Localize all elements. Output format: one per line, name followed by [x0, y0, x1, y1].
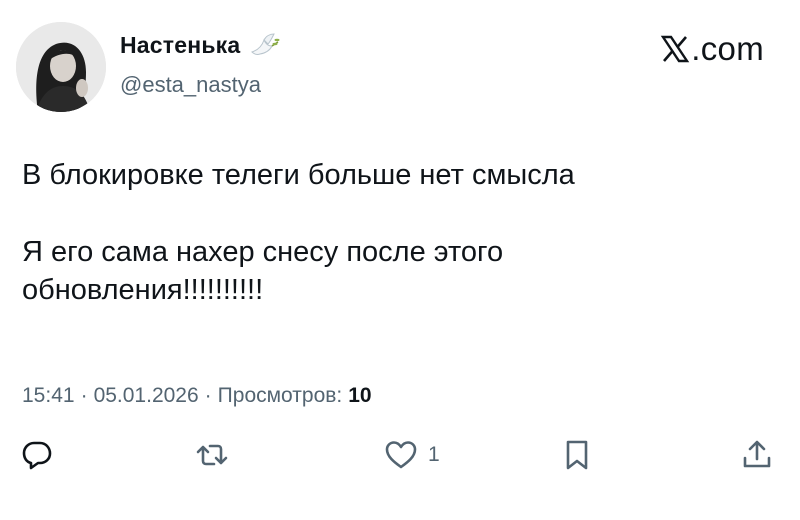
tweet-meta: 15:41 · 05.01.2026 · Просмотров: 10: [22, 384, 372, 408]
reply-icon: [20, 438, 54, 472]
like-button[interactable]: 1: [384, 438, 440, 472]
bookmark-icon: [560, 438, 594, 472]
tweet-paragraph: В блокировке телеги больше нет смысла: [22, 159, 575, 191]
dove-icon: [248, 30, 282, 60]
tweet-card: Настенька @esta_nastya .com В блокировке…: [0, 0, 800, 520]
brand-logo: .com: [660, 30, 764, 68]
views-count: 10: [348, 384, 372, 407]
views-label: Просмотров:: [217, 384, 343, 407]
tweet-time[interactable]: 15:41: [22, 384, 75, 408]
bookmark-button[interactable]: [560, 438, 594, 472]
author-handle[interactable]: @esta_nastya: [120, 72, 261, 98]
like-count: 1: [428, 443, 440, 466]
share-icon: [740, 438, 774, 472]
action-bar: 1: [0, 438, 800, 482]
display-name[interactable]: Настенька: [120, 32, 240, 59]
share-button[interactable]: [740, 438, 774, 472]
tweet-text: В блокировке телеги больше нет смысла Я …: [22, 156, 782, 309]
author-name-row: Настенька: [120, 30, 282, 60]
brand-text: .com: [691, 30, 764, 67]
repost-icon: [195, 438, 229, 472]
meta-separator: ·: [204, 384, 212, 407]
repost-button[interactable]: [195, 438, 229, 472]
meta-separator: ·: [80, 384, 88, 407]
avatar[interactable]: [16, 22, 106, 112]
x-logo-icon: [660, 34, 690, 64]
reply-button[interactable]: [20, 438, 54, 472]
tweet-paragraph: Я его сама нахер снесу после этого обнов…: [22, 236, 504, 306]
tweet-date[interactable]: 05.01.2026: [94, 384, 199, 408]
avatar-photo: [16, 22, 106, 112]
heart-icon: [384, 438, 418, 472]
